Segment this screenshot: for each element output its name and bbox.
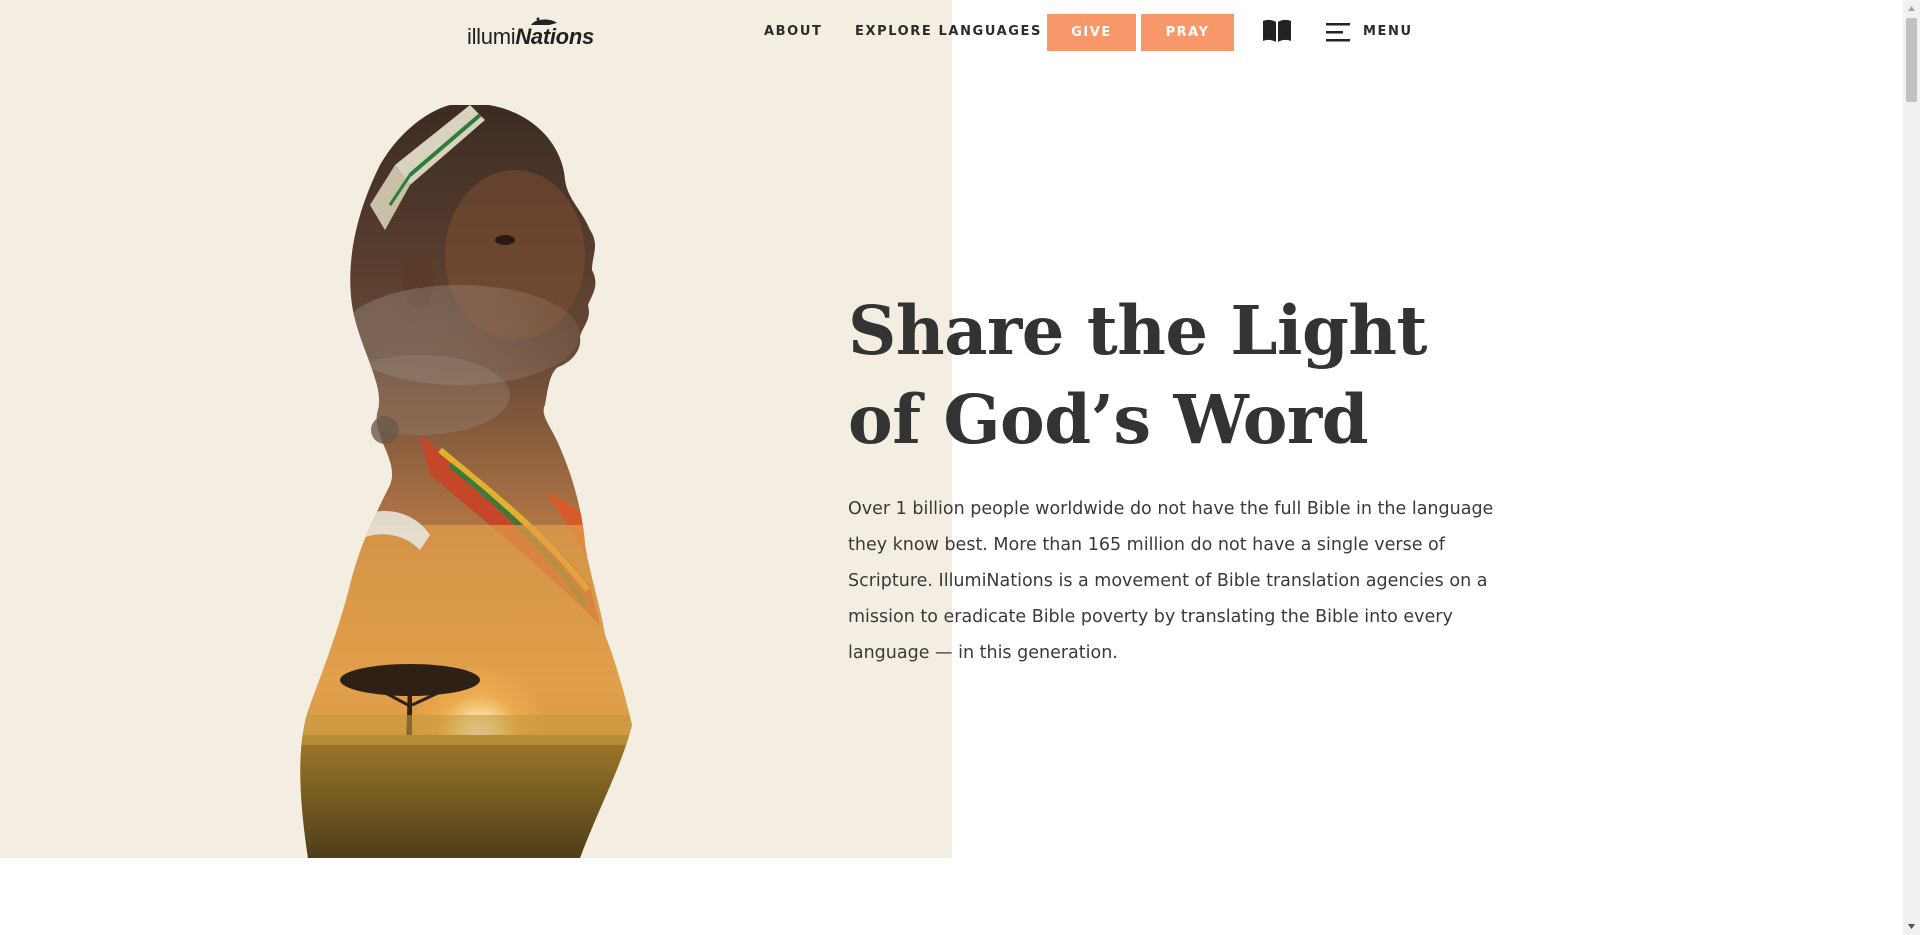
- give-button[interactable]: GIVE: [1047, 14, 1136, 51]
- hero-silhouette-image: [300, 105, 632, 858]
- scrollbar-thumb[interactable]: [1906, 18, 1917, 102]
- hero-title-line-2: of God’s Word: [848, 380, 1369, 459]
- pray-button[interactable]: PRAY: [1141, 14, 1234, 51]
- hero-title-line-1: Share the Light: [848, 291, 1427, 370]
- hero-description: Over 1 billion people worldwide do not h…: [848, 499, 1494, 663]
- open-book-icon[interactable]: [1261, 18, 1293, 44]
- scroll-up-arrow-icon[interactable]: [1907, 4, 1916, 13]
- lamp-icon: [531, 17, 557, 25]
- hamburger-menu-icon[interactable]: [1326, 22, 1350, 42]
- nav-about-link[interactable]: ABOUT: [764, 24, 822, 39]
- vertical-scrollbar[interactable]: [1903, 0, 1920, 935]
- page: illumi Nations ABOUT EXPLORE LANGUAGES GI…: [0, 0, 1920, 935]
- menu-button-label[interactable]: MENU: [1363, 24, 1413, 39]
- site-logo[interactable]: illumi Nations: [467, 14, 594, 50]
- logo-text-light: illumi: [467, 24, 516, 49]
- nav-explore-languages-link[interactable]: EXPLORE LANGUAGES: [855, 24, 1042, 39]
- scroll-down-arrow-icon[interactable]: [1907, 922, 1916, 931]
- logo-text-bold: Nations: [515, 24, 594, 49]
- hero-title: Share the Light of God’s Word: [848, 286, 1548, 464]
